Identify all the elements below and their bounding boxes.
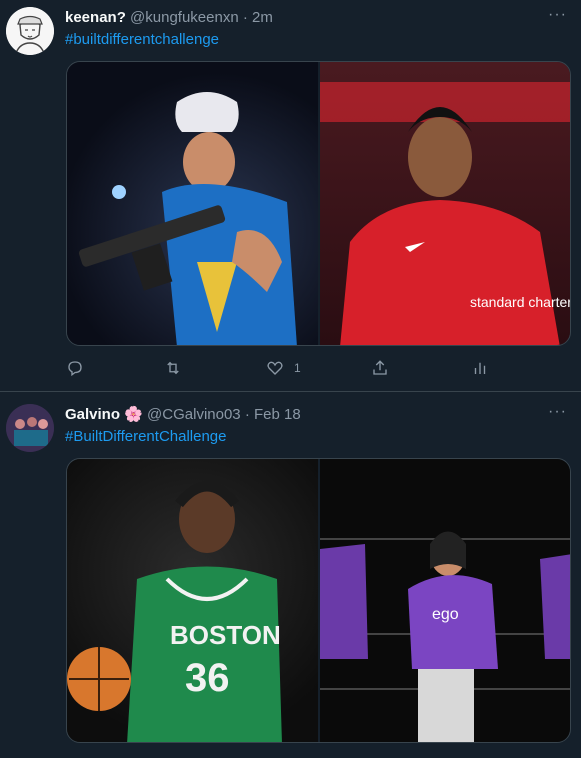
timestamp[interactable]: Feb 18 (254, 406, 301, 423)
separator: · (244, 406, 250, 423)
media-image-left[interactable]: BOSTON 36 (67, 459, 318, 742)
retweet-icon (167, 361, 179, 375)
author-emoji: 🌸 (124, 406, 143, 423)
avatar-sketch-icon (6, 7, 54, 55)
wrestlers-image-icon: ego (320, 531, 570, 742)
hashtag-link[interactable]: #BuiltDifferentChallenge (65, 428, 227, 446)
retweet-button[interactable] (164, 358, 182, 378)
author-name[interactable]: Galvino (65, 406, 120, 423)
jersey-number-text: 36 (185, 656, 230, 700)
like-count: 1 (294, 361, 301, 375)
shirt-logo-text: ego (432, 606, 459, 623)
reply-button[interactable] (66, 358, 84, 378)
media-image-right[interactable]: ego (320, 459, 570, 742)
tweet-header: keenan? @kungfukeenxn · 2m (65, 9, 273, 27)
author-handle[interactable]: @CGalvino03 (147, 406, 241, 423)
author-name[interactable]: keenan? (65, 9, 126, 26)
hashtag-link[interactable]: #builtdifferentchallenge (65, 31, 219, 49)
cosplay-image-icon (78, 92, 297, 345)
avatar-people-icon (6, 404, 54, 452)
basketball-image-icon: BOSTON 36 (67, 481, 282, 742)
like-icon (267, 361, 283, 375)
tweet[interactable]: keenan? @kungfukeenxn · 2m ··· #builtdif… (0, 0, 581, 392)
timestamp[interactable]: 2m (252, 9, 273, 26)
media-image-left[interactable] (67, 62, 318, 345)
author-handle[interactable]: @kungfukeenxn (130, 9, 239, 26)
tweet-header: Galvino 🌸 @CGalvino03 · Feb 18 (65, 406, 301, 424)
jersey-team-text: BOSTON (170, 620, 281, 650)
sponsor-text: standard chartered (470, 294, 571, 310)
like-button[interactable]: 1 (266, 358, 301, 378)
more-icon[interactable]: ··· (548, 403, 567, 421)
tweet[interactable]: Galvino 🌸 @CGalvino03 · Feb 18 ··· #Buil… (0, 392, 581, 758)
reply-icon (68, 361, 82, 377)
share-icon (373, 360, 387, 375)
media-grid[interactable]: standard chartered (66, 61, 571, 346)
footballer-image-icon: standard chartered (320, 82, 571, 345)
avatar[interactable] (6, 404, 54, 452)
analytics-button[interactable] (471, 358, 489, 378)
separator: · (242, 9, 248, 26)
tweet-actions: 1 (66, 358, 496, 378)
analytics-icon (474, 362, 486, 374)
more-icon[interactable]: ··· (548, 6, 567, 24)
media-grid[interactable]: BOSTON 36 ego (66, 458, 571, 743)
share-button[interactable] (371, 358, 389, 378)
avatar[interactable] (6, 7, 54, 55)
media-image-right[interactable]: standard chartered (320, 62, 571, 345)
